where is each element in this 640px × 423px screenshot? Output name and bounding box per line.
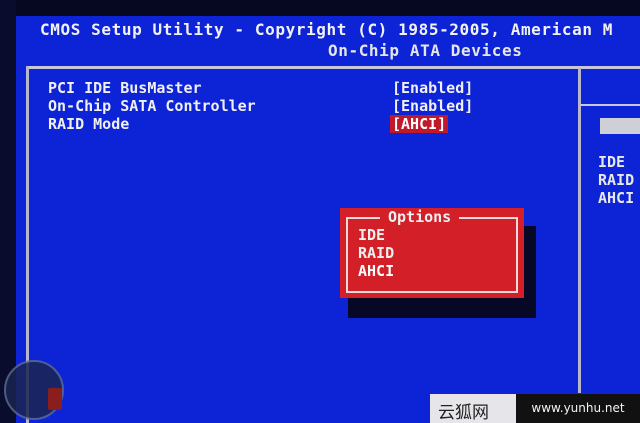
setting-value-on-chip-sata-controller[interactable]: [Enabled] [392,97,473,115]
help-option-ahci: AHCI [598,189,635,207]
watermark-site-bar: 云狐网 www.yunhu.net [430,394,640,423]
setting-label-on-chip-sata-controller[interactable]: On-Chip SATA Controller [48,97,256,115]
header-divider [28,66,640,69]
options-popup-title: Options [380,208,460,226]
help-panel-divider [578,68,581,393]
page-title: On-Chip ATA Devices [328,41,523,60]
setting-value-pci-ide-busmaster[interactable]: [Enabled] [392,79,473,97]
bios-title: CMOS Setup Utility - Copyright (C) 1985-… [40,20,614,39]
help-panel-header-divider [580,104,640,106]
setting-label-pci-ide-busmaster[interactable]: PCI IDE BusMaster [48,79,202,97]
help-option-ide: IDE [598,153,626,171]
monitor-bezel-top [0,0,640,16]
help-option-raid: RAID [598,171,635,189]
setting-label-raid-mode[interactable]: RAID Mode [48,115,129,133]
popup-option-ide[interactable]: IDE [358,226,385,244]
popup-option-ahci[interactable]: AHCI [358,262,394,280]
options-popup: Options IDE RAID AHCI [340,208,524,298]
setting-value-raid-mode[interactable]: [AHCI] [390,115,449,133]
monitor-bezel-left [0,0,16,423]
watermark-seal-icon [48,388,62,410]
popup-option-raid[interactable]: RAID [358,244,394,262]
help-panel-highlight-bar [600,118,640,134]
watermark-site-name: 云狐网 [438,403,489,423]
watermark-site-url: www.yunhu.net [516,394,640,423]
bios-screen: CMOS Setup Utility - Copyright (C) 1985-… [0,0,640,423]
